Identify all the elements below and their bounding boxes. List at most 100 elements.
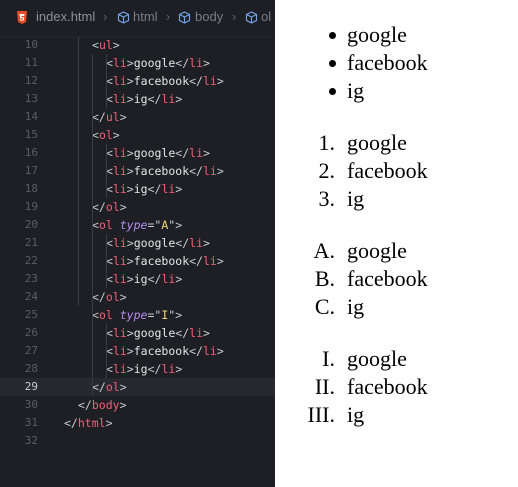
line-number: 29 [24, 380, 38, 393]
code-line[interactable]: 21 <li>google</li> [0, 234, 275, 252]
list-item-text: facebook [347, 374, 428, 399]
code-line[interactable]: 28 <li>ig</li> [0, 360, 275, 378]
code-token: ol [105, 380, 120, 394]
symbol-cube-icon [245, 11, 258, 24]
code-token: < [106, 326, 113, 340]
code-text: <ol> [92, 126, 120, 144]
code-text: <li>ig</li> [106, 360, 182, 378]
code-token: body [91, 398, 120, 412]
breadcrumb-item-html[interactable]: html [133, 9, 158, 24]
list-item-text: ig [347, 78, 365, 103]
code-text: </body> [78, 396, 127, 414]
code-token: > [216, 74, 224, 88]
code-line[interactable]: 19 </ol> [0, 198, 275, 216]
code-line[interactable]: 18 <li>ig</li> [0, 180, 275, 198]
code-line[interactable]: 25 <ol type="I"> [0, 306, 275, 324]
code-token: </ [92, 290, 106, 304]
code-line[interactable]: 22 <li>facebook</li> [0, 252, 275, 270]
code-text: <li>ig</li> [106, 90, 182, 108]
list-item-text: google [347, 130, 407, 155]
code-line[interactable]: 11 <li>google</li> [0, 54, 275, 72]
code-token: li [189, 326, 203, 340]
code-token: < [106, 74, 113, 88]
code-line[interactable]: 31 </html> [0, 414, 275, 432]
list-marker: III. [307, 402, 335, 427]
breadcrumb-item-body[interactable]: body [195, 9, 223, 24]
code-token: > [126, 362, 134, 376]
code-token: </ [92, 380, 106, 394]
code-token: > [203, 236, 210, 250]
list-item-text: google [347, 238, 407, 263]
line-number: 17 [24, 164, 38, 177]
code-line[interactable]: 17 <li>facebook</li> [0, 162, 275, 180]
code-token: ig [133, 272, 148, 286]
bullet-icon [329, 88, 336, 95]
code-token: < [92, 38, 99, 52]
code-line[interactable]: 30 </body> [0, 396, 275, 414]
code-line[interactable]: 29 </ol> [0, 378, 275, 396]
code-text: </ol> [92, 378, 127, 396]
code-token: ol [105, 200, 120, 214]
code-token: </ [175, 146, 190, 160]
code-line[interactable]: 20 <ol type="A"> [0, 216, 275, 234]
code-line[interactable]: 13 <li>ig</li> [0, 90, 275, 108]
list-marker: II. [314, 374, 335, 399]
code-editor[interactable]: 10 <ul> 11 <li>google</li> 12 <li>facebook</l… [0, 0, 275, 487]
code-token: ol [98, 308, 113, 322]
code-text: <li>facebook</li> [106, 72, 224, 90]
code-line[interactable]: 24 </ol> [0, 288, 275, 306]
code-token: < [106, 146, 113, 160]
symbol-cube-icon [178, 11, 191, 24]
code-token: </ [175, 236, 190, 250]
code-line[interactable]: 27 <li>facebook</li> [0, 342, 275, 360]
code-text: <li>ig</li> [106, 180, 182, 198]
code-line[interactable]: 16 <li>google</li> [0, 144, 275, 162]
code-token: > [126, 182, 134, 196]
code-token: li [112, 182, 127, 196]
chevron-right-icon: › [232, 9, 237, 24]
code-token: > [216, 254, 224, 268]
code-token: li [189, 146, 203, 160]
list-item-text: facebook [347, 158, 428, 183]
line-number: 13 [24, 92, 38, 105]
code-line[interactable]: 12 <li>facebook</li> [0, 72, 275, 90]
list-item-text: facebook [347, 266, 428, 291]
code-text: <li>google</li> [106, 234, 210, 252]
symbol-cube-icon [117, 11, 130, 24]
code-line[interactable]: 15 <ol> [0, 126, 275, 144]
line-number: 25 [24, 308, 38, 321]
breadcrumb-file[interactable]: index.html [36, 9, 95, 24]
code-token: </ [189, 74, 203, 88]
code-token: > [175, 182, 183, 196]
line-number: 14 [24, 110, 38, 123]
code-line[interactable]: 23 <li>ig</li> [0, 270, 275, 288]
breadcrumb-item-ol[interactable]: ol [261, 9, 271, 24]
code-token: li [161, 92, 176, 106]
code-token: li [112, 254, 127, 268]
code-text: <li>facebook</li> [106, 252, 224, 270]
code-token: </ [175, 326, 190, 340]
code-token: li [112, 146, 127, 160]
code-token: </ [64, 416, 78, 430]
line-number: 23 [24, 272, 38, 285]
code-line[interactable]: 32 [0, 432, 275, 450]
code-line[interactable]: 26 <li>google</li> [0, 324, 275, 342]
code-line[interactable]: 10 <ul> [0, 36, 275, 54]
code-token: ul [105, 110, 120, 124]
indent-guide [106, 234, 107, 288]
indent-guide [78, 36, 79, 306]
line-number: 11 [24, 56, 38, 69]
code-token: > [119, 290, 127, 304]
code-token: > [126, 254, 134, 268]
list-marker: A. [313, 238, 335, 263]
code-token: </ [78, 398, 92, 412]
code-line[interactable]: 14 </ul> [0, 108, 275, 126]
code-text: <li>google</li> [106, 54, 210, 72]
code-token: > [126, 326, 134, 340]
code-text: <li>ig</li> [106, 270, 182, 288]
code-text: <li>facebook</li> [106, 162, 224, 180]
code-token: > [175, 218, 183, 232]
code-token: > [126, 56, 134, 70]
line-number: 28 [24, 362, 38, 375]
code-token: ol [105, 290, 120, 304]
